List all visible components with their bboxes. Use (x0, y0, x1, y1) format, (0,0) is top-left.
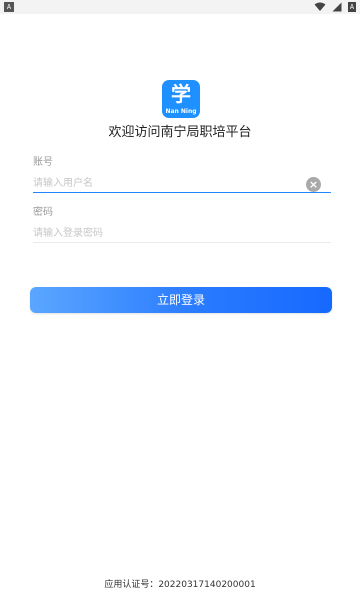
logo-text: Nan Ning (165, 108, 197, 115)
clear-icon[interactable]: × (306, 177, 321, 192)
app-logo: 学 Nan Ning (162, 80, 200, 118)
account-underline (33, 192, 331, 193)
notification-icon: A (4, 2, 14, 12)
welcome-title: 欢迎访问南宁局职培平台 (108, 125, 252, 140)
battery-icon: A (348, 2, 356, 12)
logo-glyph: 学 (171, 82, 191, 106)
password-underline (33, 242, 331, 243)
account-label: 账号 (33, 157, 53, 168)
login-button[interactable]: 立即登录 (30, 287, 332, 313)
status-bar: A A (0, 0, 360, 14)
account-input[interactable] (33, 173, 329, 193)
cert-label: 应用认证号： (104, 580, 159, 590)
wifi-icon (314, 2, 326, 11)
footer-cert: 应用认证号：20220317140200001 (0, 579, 360, 591)
password-label: 密码 (33, 207, 53, 218)
cert-number: 20220317140200001 (158, 580, 256, 590)
password-input[interactable] (33, 223, 329, 243)
status-icons: A (314, 1, 356, 13)
signal-icon (332, 2, 342, 12)
